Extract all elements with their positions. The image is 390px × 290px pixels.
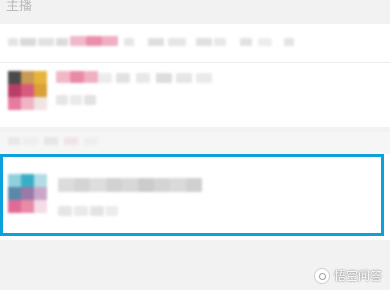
pixelated-name — [56, 71, 216, 85]
list-item[interactable] — [0, 24, 390, 62]
pixelated-text — [8, 137, 308, 147]
pixelated-subtitle — [56, 95, 116, 107]
avatar — [8, 71, 47, 110]
watermark-text: 悟空问答 — [333, 269, 382, 283]
watermark: 悟空问答 — [313, 267, 382, 284]
wukong-logo-icon — [313, 267, 330, 284]
pixelated-text — [8, 36, 388, 50]
screenshot-root: 主播 悟空问答 — [0, 0, 390, 290]
highlight-box — [0, 154, 384, 236]
divider-row — [0, 132, 390, 154]
section-label: 主播 — [6, 0, 33, 14]
list-item[interactable] — [0, 62, 390, 127]
